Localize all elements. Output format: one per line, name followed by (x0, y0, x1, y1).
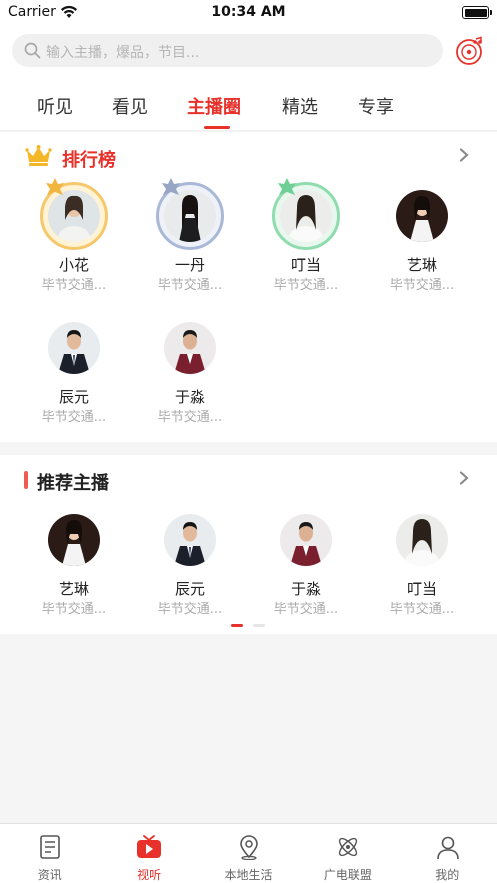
recommended-more-chevron-icon[interactable] (459, 471, 469, 485)
clock: 10:34 AM (211, 4, 286, 20)
ranking-anchor-card[interactable]: 一丹 毕节交通... (132, 178, 248, 300)
pager-dot-active[interactable] (231, 624, 243, 627)
nav-label: 本地生活 (224, 868, 273, 882)
recommended-title: 推荐主播 (37, 473, 109, 494)
ranking-anchor-card[interactable]: 艺琳 毕节交通... (364, 190, 480, 300)
search-input[interactable]: 输入主播，爆品，节目... (12, 34, 443, 67)
ranking-anchor-card[interactable]: 叮当 毕节交通... (248, 178, 364, 300)
battery-icon (462, 6, 492, 19)
atom-icon (339, 837, 358, 857)
app-screen: Carrier 10:34 AM 输入主播，爆品，节目... 听见 看见 主播圈… (0, 0, 497, 883)
anchor-name: 一丹 (174, 256, 205, 274)
news-icon (40, 835, 60, 859)
bottom-nav: 资讯 视听 本地生活 广电联盟 我的 (0, 823, 497, 883)
anchor-org: 毕节交通... (273, 602, 339, 617)
person-icon (436, 836, 459, 860)
avatar (156, 178, 224, 250)
anchor-org: 毕节交通... (273, 278, 339, 293)
tab-kanjian[interactable]: 看见 (112, 93, 148, 119)
ranking-anchor-card[interactable]: 辰元 毕节交通... (16, 322, 132, 432)
anchor-org: 毕节交通... (389, 278, 455, 293)
nav-media[interactable]: 视听 (99, 824, 198, 883)
avatar (272, 178, 340, 250)
pager-dot[interactable] (253, 624, 265, 627)
active-tab-indicator (204, 126, 230, 129)
anchor-org: 毕节交通... (389, 602, 455, 617)
nav-news[interactable]: 资讯 (0, 824, 99, 883)
location-pin-icon (239, 835, 258, 860)
anchor-name: 艺琳 (58, 580, 89, 598)
avatar (396, 190, 448, 242)
green-medal-icon (278, 178, 296, 195)
avatar (48, 322, 100, 374)
avatar (40, 178, 108, 250)
tab-featured[interactable]: 精选 (282, 93, 318, 119)
ranking-anchor-card[interactable]: 小花 毕节交通... (16, 178, 132, 300)
video-play-icon (137, 835, 162, 858)
avatar (396, 514, 448, 566)
tab-tingjian[interactable]: 听见 (37, 93, 73, 119)
recommended-section: 推荐主播 艺琳 毕节交通... 辰元 毕节交通... 于淼 毕节交通... 叮当… (0, 455, 497, 634)
tab-anchor-circle[interactable]: 主播圈 (187, 93, 241, 119)
recommended-anchor-card[interactable]: 叮当 毕节交通... (364, 514, 480, 617)
nav-me[interactable]: 我的 (398, 824, 497, 883)
ranking-title: 排行榜 (62, 150, 116, 171)
search-bar: 输入主播，爆品，节目... (0, 28, 497, 74)
anchor-org: 毕节交通... (157, 602, 223, 617)
ranking-more-chevron-icon[interactable] (459, 148, 469, 162)
anchor-name: 于淼 (290, 580, 321, 598)
nav-label: 广电联盟 (323, 868, 372, 882)
avatar (164, 322, 216, 374)
avatar (164, 514, 216, 566)
search-icon (24, 42, 41, 59)
anchor-name: 小花 (58, 256, 89, 274)
anchor-name: 于淼 (174, 388, 205, 406)
avatar (280, 514, 332, 566)
tab-exclusive[interactable]: 专享 (358, 93, 394, 119)
search-placeholder: 输入主播，爆品，节目... (46, 45, 200, 61)
gold-medal-icon (46, 178, 64, 195)
anchor-org: 毕节交通... (41, 602, 107, 617)
anchor-name: 艺琳 (406, 256, 437, 274)
nav-label: 资讯 (37, 868, 62, 882)
section-marker (24, 471, 28, 489)
anchor-org: 毕节交通... (41, 278, 107, 293)
recommended-anchor-card[interactable]: 于淼 毕节交通... (248, 514, 364, 617)
nav-local-life[interactable]: 本地生活 (199, 824, 298, 883)
status-bar: Carrier 10:34 AM (0, 0, 497, 28)
ranking-anchor-card[interactable]: 于淼 毕节交通... (132, 322, 248, 432)
ranking-section: 排行榜 小花 毕节交通... 一丹 毕节交通... 叮当 毕节交通... 艺琳 … (0, 132, 497, 442)
music-disc-icon[interactable] (455, 36, 485, 66)
crown-icon (25, 145, 52, 166)
anchor-name: 叮当 (290, 256, 321, 274)
anchor-org: 毕节交通... (41, 410, 107, 425)
anchor-name: 叮当 (406, 580, 437, 598)
recommended-anchor-card[interactable]: 辰元 毕节交通... (132, 514, 248, 617)
avatar (48, 514, 100, 566)
anchor-org: 毕节交通... (157, 278, 223, 293)
silver-medal-icon (162, 178, 180, 195)
nav-label: 我的 (435, 868, 460, 882)
nav-alliance[interactable]: 广电联盟 (298, 824, 397, 883)
anchor-org: 毕节交通... (157, 410, 223, 425)
nav-label: 视听 (137, 868, 162, 882)
anchor-name: 辰元 (174, 580, 205, 598)
anchor-name: 辰元 (58, 388, 89, 406)
category-tabs: 听见 看见 主播圈 精选 专享 (0, 74, 497, 131)
recommended-anchor-card[interactable]: 艺琳 毕节交通... (16, 514, 132, 617)
